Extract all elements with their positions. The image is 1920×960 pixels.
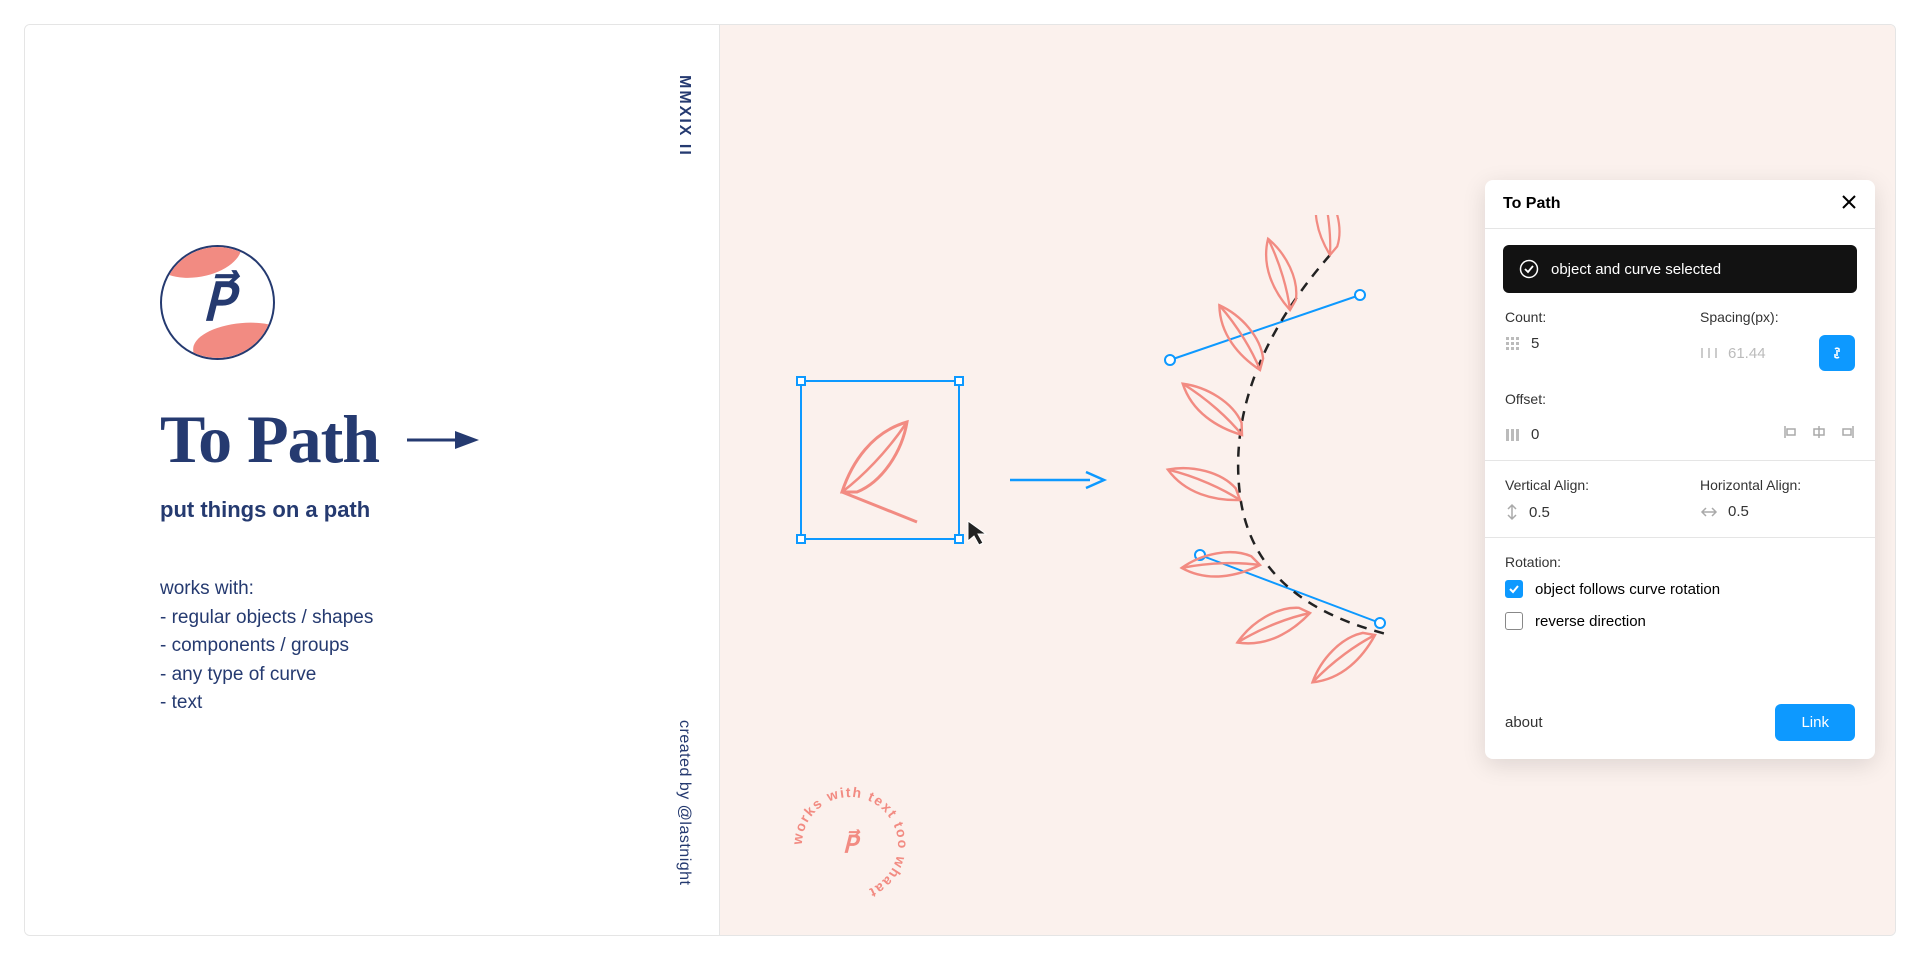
columns-icon [1505, 427, 1521, 443]
follow-rotation-checkbox[interactable] [1505, 580, 1523, 598]
reverse-direction-label: reverse direction [1535, 613, 1646, 630]
link-button[interactable]: Link [1775, 704, 1855, 741]
count-input[interactable]: 5 [1531, 335, 1539, 352]
resize-handle-br[interactable] [954, 534, 964, 544]
rotation-label: Rotation: [1505, 554, 1855, 570]
circular-text-badge: works with text too whaat P⃗ [785, 780, 915, 910]
valign-label: Vertical Align: [1505, 477, 1660, 493]
selection-bounding-box[interactable] [800, 380, 960, 540]
works-item: - components / groups [160, 632, 679, 661]
roman-numeral-date: MMXIX II [675, 75, 693, 157]
works-item: - any type of curve [160, 661, 679, 690]
canvas-preview: works with text too whaat P⃗ To Path obj… [720, 25, 1895, 935]
halign-label: Horizontal Align: [1700, 477, 1855, 493]
result-preview [1140, 215, 1440, 685]
spacing-input[interactable]: 61.44 [1728, 345, 1766, 362]
align-end-button[interactable] [1839, 425, 1855, 444]
valign-input[interactable]: 0.5 [1529, 504, 1550, 521]
works-with-list: works with: - regular objects / shapes -… [160, 575, 679, 718]
reverse-direction-checkbox[interactable] [1505, 612, 1523, 630]
offset-input[interactable]: 0 [1531, 426, 1539, 443]
circular-badge-center: P⃗ [843, 831, 857, 860]
cursor-pointer-icon [966, 519, 990, 547]
align-start-button[interactable] [1783, 425, 1799, 444]
check-circle-icon [1519, 259, 1539, 279]
link-icon [1829, 345, 1845, 361]
arrow-right-icon [407, 427, 481, 453]
halign-input[interactable]: 0.5 [1728, 503, 1749, 520]
status-bar: object and curve selected [1503, 245, 1857, 293]
about-link[interactable]: about [1505, 714, 1543, 731]
plugin-panel: To Path object and curve selected Count:… [1485, 180, 1875, 759]
works-item: - text [160, 689, 679, 718]
spacing-label: Spacing(px): [1700, 309, 1855, 325]
left-info-panel: MMXIX II P⃗ To Path put things on a path… [25, 25, 720, 935]
plugin-panel-title: To Path [1503, 195, 1560, 213]
works-item: - regular objects / shapes [160, 604, 679, 633]
plugin-logo: P⃗ [160, 245, 275, 360]
resize-handle-bl[interactable] [796, 534, 806, 544]
close-icon [1841, 194, 1857, 210]
spacing-icon [1700, 346, 1718, 360]
follow-rotation-label: object follows curve rotation [1535, 581, 1720, 598]
plugin-title: To Path [160, 400, 379, 479]
logo-letter: P⃗ [202, 273, 233, 333]
leaf-source-object [802, 382, 962, 542]
grid-icon [1505, 336, 1521, 352]
count-label: Count: [1505, 309, 1660, 325]
horizontal-arrows-icon [1700, 505, 1718, 519]
author-credit: created by @lastnight [675, 720, 693, 886]
vertical-arrows-icon [1505, 503, 1519, 521]
check-icon [1508, 583, 1520, 595]
close-button[interactable] [1841, 194, 1857, 214]
link-values-toggle[interactable] [1819, 335, 1855, 371]
works-heading: works with: [160, 575, 679, 604]
align-center-button[interactable] [1811, 425, 1827, 444]
offset-label: Offset: [1505, 391, 1855, 407]
document-frame: MMXIX II P⃗ To Path put things on a path… [24, 24, 1896, 936]
transform-arrow-icon [1010, 465, 1110, 495]
status-text: object and curve selected [1551, 261, 1721, 278]
resize-handle-tr[interactable] [954, 376, 964, 386]
plugin-subtitle: put things on a path [160, 497, 679, 523]
resize-handle-tl[interactable] [796, 376, 806, 386]
